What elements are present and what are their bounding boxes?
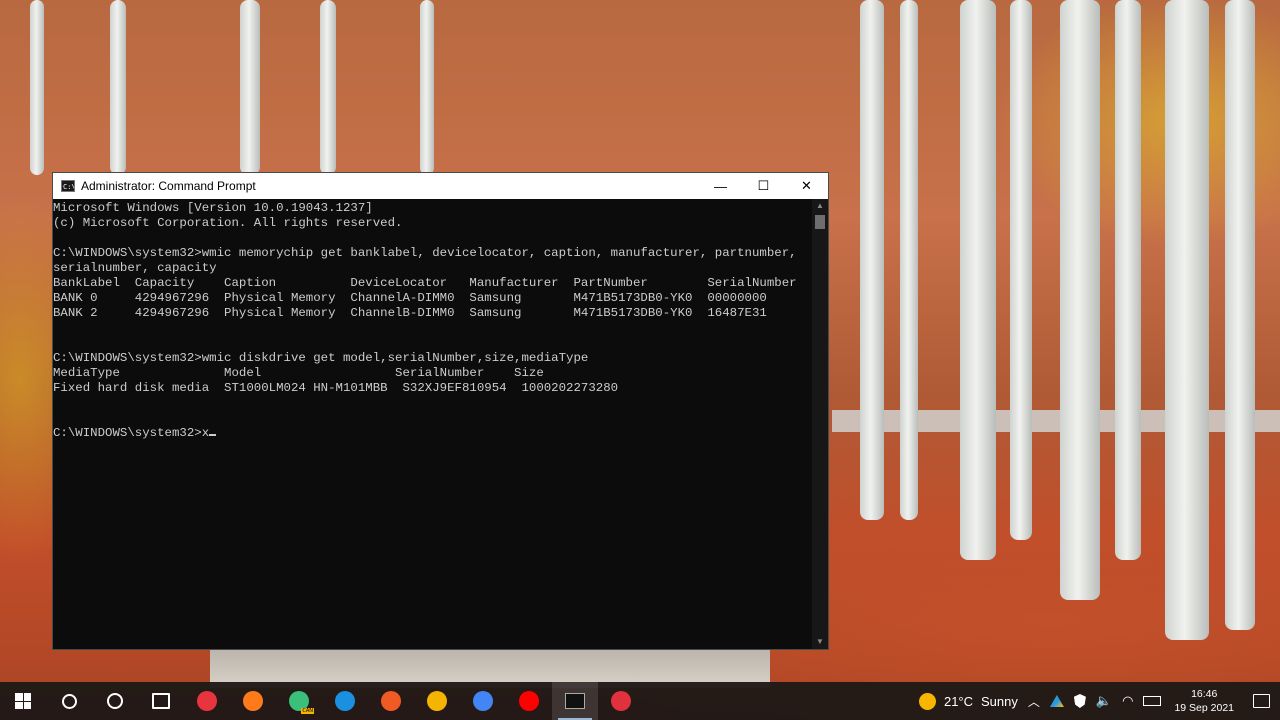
security-shield-icon[interactable]: [1069, 694, 1091, 708]
command-prompt-icon: C:\: [61, 180, 75, 192]
taskbar-edge-canary-button[interactable]: CAN: [276, 682, 322, 720]
windows-logo-icon: [15, 693, 31, 709]
close-button[interactable]: ✕: [785, 173, 828, 199]
wallpaper-tree: [30, 0, 44, 175]
drive-icon[interactable]: [1045, 695, 1069, 707]
console-output[interactable]: Microsoft Windows [Version 10.0.19043.12…: [53, 199, 813, 649]
clock-time: 16:46: [1191, 688, 1218, 700]
volume-icon[interactable]: 🔈: [1091, 693, 1117, 709]
canary-badge: CAN: [301, 708, 314, 714]
console-line: serialnumber, capacity: [53, 261, 217, 275]
weather-widget[interactable]: 21°C Sunny: [914, 692, 1023, 710]
chevron-up-icon: ︿: [1027, 694, 1040, 709]
text-cursor: [209, 434, 217, 436]
weather-condition: Sunny: [981, 693, 1018, 709]
taskbar-firefox-button[interactable]: [230, 682, 276, 720]
notification-center-button[interactable]: [1242, 682, 1280, 720]
task-view-icon: [152, 693, 170, 709]
wallpaper-tree: [900, 0, 918, 520]
console-line: C:\WINDOWS\system32>wmic memorychip get …: [53, 246, 797, 260]
command-prompt-window[interactable]: C:\ Administrator: Command Prompt — ☐ ✕ …: [52, 172, 829, 650]
vertical-scrollbar[interactable]: ▲ ▼: [812, 199, 828, 649]
taskbar-chrome-canary-button[interactable]: [414, 682, 460, 720]
edge-canary-icon: CAN: [289, 691, 314, 714]
weather-temp: 21°C: [943, 693, 974, 709]
wallpaper-tree: [960, 0, 996, 560]
wallpaper-tree: [420, 0, 434, 175]
taskbar-edge-button[interactable]: [322, 682, 368, 720]
command-prompt-icon: [565, 693, 585, 709]
show-hidden-icons-button[interactable]: ︿: [1023, 693, 1045, 710]
youtube-music-icon: [519, 691, 539, 711]
console-line: MediaType Model SerialNumber Size: [53, 366, 544, 380]
system-tray: 21°C Sunny ︿ 🔈 ◠ 16:46 19 Sep 2021: [914, 682, 1280, 720]
console-line: (c) Microsoft Corporation. All rights re…: [53, 216, 403, 230]
taskbar-recorder-button[interactable]: [598, 682, 644, 720]
wallpaper-tree: [1010, 0, 1032, 540]
scroll-up-icon[interactable]: ▲: [812, 199, 828, 213]
console-line: BANK 2 4294967296 Physical Memory Channe…: [53, 306, 767, 320]
taskbar-chrome-button[interactable]: [460, 682, 506, 720]
console-line: Microsoft Windows [Version 10.0.19043.12…: [53, 201, 373, 215]
console-line: C:\WINDOWS\system32>x: [53, 426, 813, 441]
taskbar-vivaldi-button[interactable]: [184, 682, 230, 720]
search-icon: [61, 693, 77, 709]
console-line: BANK 0 4294967296 Physical Memory Channe…: [53, 291, 767, 305]
taskbar-search-button[interactable]: [46, 682, 92, 720]
wallpaper-tree: [240, 0, 260, 175]
taskbar: CAN 21°C Sunny ︿ 🔈 ◠ 16:46 19 Sep 2021: [0, 682, 1280, 720]
taskbar-youtube-music-button[interactable]: [506, 682, 552, 720]
window-title: Administrator: Command Prompt: [81, 179, 256, 193]
taskbar-brave-button[interactable]: [368, 682, 414, 720]
taskbar-cortana-button[interactable]: [92, 682, 138, 720]
console-line: C:\WINDOWS\system32>wmic diskdrive get m…: [53, 351, 589, 365]
notification-icon: [1252, 694, 1270, 708]
clock-date: 19 Sep 2021: [1174, 702, 1234, 714]
vivaldi-icon: [197, 691, 217, 711]
sun-icon: [918, 692, 936, 710]
taskbar-task-view-button[interactable]: [138, 682, 184, 720]
taskbar-start-button[interactable]: [0, 682, 46, 720]
console-line: Fixed hard disk media ST1000LM024 HN-M10…: [53, 381, 619, 395]
record-icon: [611, 691, 631, 711]
wallpaper-tree: [860, 0, 884, 520]
console-line: BankLabel Capacity Caption DeviceLocator…: [53, 276, 797, 290]
wifi-icon[interactable]: ◠: [1117, 693, 1138, 709]
wallpaper-tree: [1225, 0, 1255, 630]
wallpaper-tree: [1060, 0, 1100, 600]
scrollbar-thumb[interactable]: [815, 215, 825, 229]
wallpaper-tree: [1165, 0, 1209, 640]
wallpaper-tree: [320, 0, 336, 175]
minimize-button[interactable]: —: [699, 173, 742, 199]
battery-icon[interactable]: [1138, 696, 1166, 706]
firefox-icon: [243, 691, 263, 711]
clock[interactable]: 16:46 19 Sep 2021: [1166, 687, 1242, 715]
chrome-icon: [473, 691, 493, 711]
title-bar[interactable]: C:\ Administrator: Command Prompt — ☐ ✕: [53, 173, 828, 199]
brave-icon: [381, 691, 401, 711]
scroll-down-icon[interactable]: ▼: [812, 635, 828, 649]
wallpaper-tree: [1115, 0, 1141, 560]
edge-icon: [335, 691, 355, 711]
taskbar-command-prompt-button[interactable]: [552, 682, 598, 720]
maximize-button[interactable]: ☐: [742, 173, 785, 199]
wallpaper-tree: [110, 0, 126, 175]
chrome-canary-icon: [427, 691, 447, 711]
cortana-circle-icon: [107, 693, 123, 709]
